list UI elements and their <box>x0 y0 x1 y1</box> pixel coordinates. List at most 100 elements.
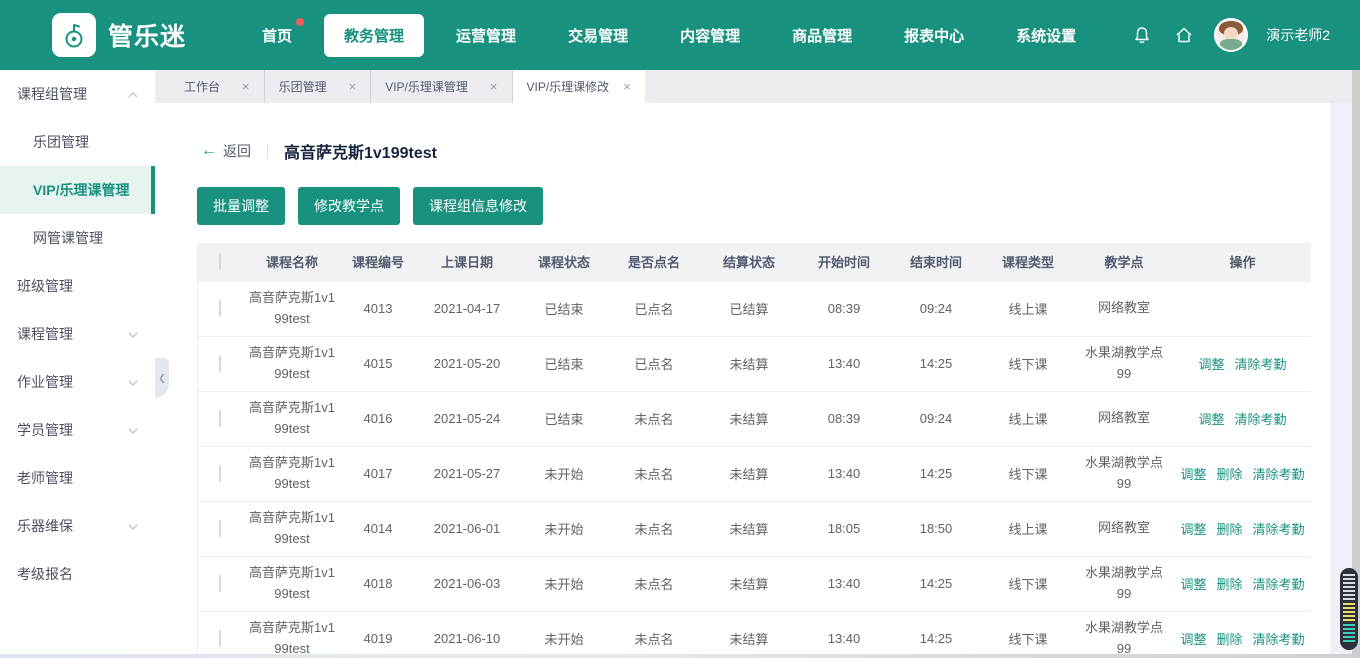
action-link-调整[interactable]: 调整 <box>1180 632 1206 647</box>
row-checkbox[interactable] <box>219 575 221 592</box>
action-link-调整[interactable]: 调整 <box>1180 577 1206 592</box>
action-link-调整[interactable]: 调整 <box>1180 467 1206 482</box>
sidebar-item-乐器维保[interactable]: 乐器维保 <box>0 502 155 550</box>
sidebar-item-课程管理[interactable]: 课程管理 <box>0 310 155 358</box>
bell-icon[interactable] <box>1130 23 1154 47</box>
table-row: 高音萨克斯1v199test 4016 2021-05-24 已结束 未点名 未结算 08:… <box>198 390 1311 446</box>
nav-item-系统设置[interactable]: 系统设置 <box>996 14 1096 57</box>
horizontal-scrollbar-track[interactable] <box>0 654 1352 658</box>
toolbar: 批量调整 修改教学点 课程组信息修改 <box>197 187 1352 225</box>
action-link-清除考勤[interactable]: 清除考勤 <box>1235 412 1287 427</box>
cell-rollcall: 未点名 <box>608 390 700 446</box>
sidebar-item-课程组管理[interactable]: 课程组管理 <box>0 70 155 118</box>
action-link-清除考勤[interactable]: 清除考勤 <box>1235 357 1287 372</box>
row-checkbox[interactable] <box>219 465 221 482</box>
back-button[interactable]: ← 返回 <box>201 141 251 161</box>
cell-date: 2021-06-01 <box>414 500 520 556</box>
cell-end: 09:24 <box>890 280 982 336</box>
sidebar-item-考级报名[interactable]: 考级报名 <box>0 550 155 598</box>
sidebar-item-学员管理[interactable]: 学员管理 <box>0 406 155 454</box>
cell-name: 高音萨克斯1v199test <box>242 555 342 611</box>
action-link-删除[interactable]: 删除 <box>1216 577 1242 592</box>
sidebar-item-label: 乐团管理 <box>33 134 89 150</box>
action-link-调整[interactable]: 调整 <box>1180 522 1206 537</box>
action-link-清除考勤[interactable]: 清除考勤 <box>1253 522 1305 537</box>
column-header-name: 课程名称 <box>242 243 342 281</box>
cell-date: 2021-04-17 <box>414 280 520 336</box>
nav-item-label: 系统设置 <box>1016 27 1077 45</box>
row-checkbox[interactable] <box>219 300 221 317</box>
brand-logo-icon <box>52 13 96 57</box>
nav-item-label: 商品管理 <box>792 27 853 45</box>
cell-settlement: 已结算 <box>700 280 798 336</box>
tab-close-icon[interactable]: × <box>242 80 250 93</box>
tab-工作台[interactable]: 工作台 × <box>170 70 265 103</box>
action-link-清除考勤[interactable]: 清除考勤 <box>1253 577 1305 592</box>
nav-item-交易管理[interactable]: 交易管理 <box>548 14 648 57</box>
cell-location: 水果湖教学点99 <box>1074 445 1174 501</box>
toolbar-button-批量调整[interactable]: 批量调整 <box>197 187 285 225</box>
cell-date: 2021-06-03 <box>414 555 520 611</box>
row-checkbox[interactable] <box>219 630 221 648</box>
main-menu: 首页 教务管理 运营管理 交易管理 内容管理 商品管理 报表中心 系统设置 <box>236 13 1102 57</box>
avatar[interactable] <box>1214 18 1249 52</box>
nav-item-教务管理[interactable]: 教务管理 <box>324 13 425 57</box>
nav-item-商品管理[interactable]: 商品管理 <box>772 14 872 57</box>
notification-dot <box>296 17 305 26</box>
brand[interactable]: 管乐迷 <box>52 13 186 57</box>
user-name[interactable]: 演示老师2 <box>1266 25 1330 45</box>
column-header-rollcall: 是否点名 <box>608 243 700 281</box>
toolbar-button-课程组信息修改[interactable]: 课程组信息修改 <box>413 187 543 225</box>
sidebar-item-VIP/乐理课管理[interactable]: VIP/乐理课管理 <box>0 166 155 214</box>
teaching-point: 水果湖教学点99 <box>1084 344 1163 381</box>
cell-checkbox <box>198 500 242 556</box>
sidebar-item-网管课管理[interactable]: 网管课管理 <box>0 214 155 262</box>
action-link-删除[interactable]: 删除 <box>1216 522 1242 537</box>
cell-code: 4014 <box>342 500 414 556</box>
action-link-调整[interactable]: 调整 <box>1198 412 1224 427</box>
toolbar-button-修改教学点[interactable]: 修改教学点 <box>298 187 400 225</box>
sidebar-item-老师管理[interactable]: 老师管理 <box>0 454 155 502</box>
select-all-checkbox[interactable] <box>219 253 221 271</box>
cell-name: 高音萨克斯1v199test <box>242 280 342 336</box>
nav-item-内容管理[interactable]: 内容管理 <box>660 14 760 57</box>
sidebar-item-班级管理[interactable]: 班级管理 <box>0 262 155 310</box>
home-icon[interactable] <box>1172 23 1196 47</box>
tab-VIP/乐理课修改[interactable]: VIP/乐理课修改 × <box>512 70 645 103</box>
sidebar-item-作业管理[interactable]: 作业管理 <box>0 358 155 406</box>
cell-checkbox <box>198 445 242 501</box>
cell-actions <box>1174 280 1311 336</box>
row-checkbox[interactable] <box>219 520 221 537</box>
cell-rollcall: 已点名 <box>608 335 700 391</box>
course-name: 高音萨克斯1v199test <box>249 454 335 491</box>
course-name: 高音萨克斯1v199test <box>249 399 335 436</box>
nav-item-label: 教务管理 <box>344 27 405 45</box>
scrollbar-thumb[interactable] <box>1340 568 1358 650</box>
action-link-删除[interactable]: 删除 <box>1216 467 1242 482</box>
action-link-删除[interactable]: 删除 <box>1216 632 1242 647</box>
sidebar-item-乐团管理[interactable]: 乐团管理 <box>0 118 155 166</box>
tab-close-icon[interactable]: × <box>490 80 498 93</box>
tab-乐团管理[interactable]: 乐团管理 × <box>265 70 372 103</box>
cell-end: 14:25 <box>890 555 982 611</box>
cell-end: 14:25 <box>890 335 982 391</box>
row-checkbox[interactable] <box>219 410 221 427</box>
teaching-point: 水果湖教学点99 <box>1084 454 1163 491</box>
page-title: 高音萨克斯1v199test <box>284 145 437 162</box>
nav-item-报表中心[interactable]: 报表中心 <box>884 14 984 57</box>
sidebar-item-label: 班级管理 <box>17 278 73 294</box>
action-link-清除考勤[interactable]: 清除考勤 <box>1253 467 1305 482</box>
tab-close-icon[interactable]: × <box>349 80 357 93</box>
action-link-清除考勤[interactable]: 清除考勤 <box>1253 632 1305 647</box>
sidebar-item-label: 考级报名 <box>17 566 73 582</box>
cell-date: 2021-05-24 <box>414 390 520 446</box>
nav-item-首页[interactable]: 首页 <box>242 14 312 57</box>
tab-label: 工作台 <box>184 80 221 94</box>
sidebar: 课程组管理乐团管理 VIP/乐理课管理 网管课管理班级管理课程管理 作业管理 学员管理老… <box>0 70 155 654</box>
tab-VIP/乐理课管理[interactable]: VIP/乐理课管理 × <box>371 70 513 103</box>
column-header-settlement: 结算状态 <box>700 243 798 281</box>
row-checkbox[interactable] <box>219 355 221 372</box>
action-link-调整[interactable]: 调整 <box>1198 357 1224 372</box>
nav-item-运营管理[interactable]: 运营管理 <box>436 14 536 57</box>
tab-close-icon[interactable]: × <box>623 80 631 93</box>
